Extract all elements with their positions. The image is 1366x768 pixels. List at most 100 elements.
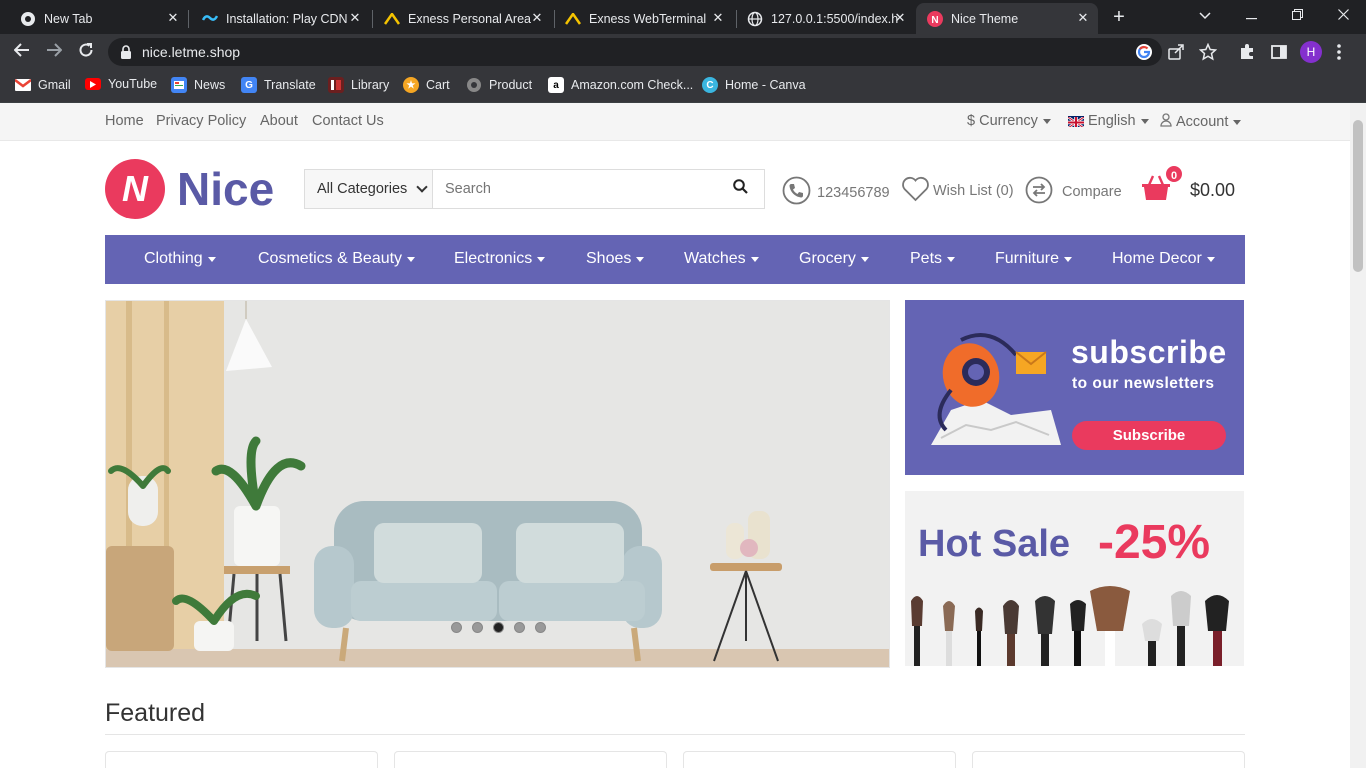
back-button[interactable] <box>10 40 34 64</box>
hero-slider[interactable] <box>105 300 890 668</box>
menu-clothing[interactable]: Clothing <box>144 250 216 268</box>
page-scrollbar[interactable] <box>1350 103 1366 768</box>
category-select[interactable]: All Categories <box>305 170 433 208</box>
exness-icon <box>384 11 400 27</box>
product-card[interactable] <box>683 751 956 768</box>
subscribe-button[interactable]: Subscribe <box>1072 421 1226 450</box>
extensions-icon[interactable] <box>1238 43 1258 63</box>
exness-icon <box>565 11 581 27</box>
top-link-about[interactable]: About <box>260 113 298 129</box>
featured-heading: Featured <box>105 699 206 727</box>
chevron-down-icon <box>416 181 428 193</box>
compare-link[interactable]: Compare <box>1025 176 1122 208</box>
tab-nice-theme[interactable]: N Nice Theme ✕ <box>916 3 1098 34</box>
caret-down-icon <box>750 256 759 262</box>
tab-installation[interactable]: Installation: Play CDN ✕ <box>182 3 370 34</box>
address-bar[interactable]: nice.letme.shop <box>108 38 1218 66</box>
top-link-home[interactable]: Home <box>105 113 144 129</box>
menu-cosmetics-beauty[interactable]: Cosmetics & Beauty <box>258 250 416 268</box>
subscribe-title: subscribe <box>1071 334 1227 370</box>
side-panel-icon[interactable] <box>1270 43 1290 63</box>
new-tab-button[interactable]: + <box>1108 6 1130 28</box>
mail-robot-illustration <box>931 333 1061 445</box>
close-tab-icon[interactable]: ✕ <box>166 11 180 25</box>
top-link-privacy[interactable]: Privacy Policy <box>156 113 246 129</box>
restore-button[interactable] <box>1274 0 1320 30</box>
menu-label: Grocery <box>799 250 856 267</box>
menu-watches[interactable]: Watches <box>684 250 759 268</box>
close-tab-icon[interactable]: ✕ <box>893 11 907 25</box>
bookmark-label: Cart <box>426 78 450 92</box>
close-tab-icon[interactable]: ✕ <box>711 11 725 25</box>
tab-localhost[interactable]: 127.0.0.1:5500/index.h ✕ <box>727 3 915 34</box>
search-button[interactable] <box>716 170 764 208</box>
scrollbar-thumb[interactable] <box>1353 120 1363 272</box>
google-icon[interactable] <box>1135 43 1153 61</box>
bookmark-library[interactable]: Library <box>328 77 389 93</box>
wishlist-label: Wish List (0) <box>933 183 1014 199</box>
close-window-button[interactable] <box>1320 0 1366 30</box>
product-icon <box>466 77 482 93</box>
close-tab-icon[interactable]: ✕ <box>530 11 544 25</box>
profile-avatar[interactable]: H <box>1300 41 1322 63</box>
caret-down-icon <box>1064 256 1073 262</box>
more-menu-icon[interactable] <box>1336 43 1356 63</box>
slider-dot-active[interactable] <box>493 622 504 633</box>
product-card[interactable] <box>105 751 378 768</box>
tab-search-button[interactable] <box>1182 0 1228 30</box>
hot-sale-title: Hot Sale <box>918 523 1071 565</box>
menu-shoes[interactable]: Shoes <box>586 250 645 268</box>
bookmark-news[interactable]: News <box>171 77 225 93</box>
tab-new-tab[interactable]: New Tab ✕ <box>0 3 188 34</box>
cart-total[interactable]: $0.00 <box>1190 180 1235 201</box>
reload-button[interactable] <box>74 40 98 64</box>
caret-down-icon <box>947 256 956 262</box>
divider <box>105 734 1245 735</box>
bookmark-gmail[interactable]: Gmail <box>15 77 71 93</box>
bookmark-translate[interactable]: G Translate <box>241 77 316 93</box>
bookmark-canva[interactable]: C Home - Canva <box>702 77 806 93</box>
compare-label: Compare <box>1062 184 1122 200</box>
minimize-button[interactable] <box>1228 0 1274 30</box>
bookmark-amazon[interactable]: a Amazon.com Check... <box>548 77 693 93</box>
chrome-icon <box>20 11 36 27</box>
bookmark-label: Library <box>351 78 390 92</box>
tab-exness-webterminal[interactable]: Exness WebTerminal ✕ <box>545 3 733 34</box>
slider-dot[interactable] <box>535 622 546 633</box>
wishlist-link[interactable]: Wish List (0) <box>901 176 1014 206</box>
currency-dropdown[interactable]: $ Currency <box>967 113 1051 129</box>
site-logo[interactable]: N Nice <box>105 159 274 219</box>
product-card[interactable] <box>972 751 1245 768</box>
menu-pets[interactable]: Pets <box>910 250 956 268</box>
menu-label: Home Decor <box>1112 250 1202 267</box>
lock-icon[interactable] <box>120 45 132 59</box>
hot-sale-banner[interactable]: Hot Sale -25% <box>905 491 1244 666</box>
top-link-contact[interactable]: Contact Us <box>312 113 384 129</box>
account-dropdown[interactable]: Account <box>1160 113 1242 131</box>
subscribe-banner[interactable]: subscribe to our newsletters Subscribe <box>905 300 1244 475</box>
slider-dot[interactable] <box>472 622 483 633</box>
bookmark-cart[interactable]: ★ Cart <box>403 77 450 93</box>
search-input[interactable] <box>433 170 716 208</box>
menu-home-decor[interactable]: Home Decor <box>1112 250 1215 268</box>
close-tab-icon[interactable]: ✕ <box>1076 11 1090 25</box>
close-tab-icon[interactable]: ✕ <box>348 11 362 25</box>
bookmark-youtube[interactable]: YouTube <box>85 77 157 91</box>
canva-icon: C <box>702 77 718 93</box>
bookmark-star-icon[interactable] <box>1198 42 1218 61</box>
caret-down-icon <box>1233 119 1242 125</box>
menu-electronics[interactable]: Electronics <box>454 250 546 268</box>
language-dropdown[interactable]: English <box>1068 113 1149 129</box>
slider-dot[interactable] <box>514 622 525 633</box>
product-card[interactable] <box>394 751 667 768</box>
menu-furniture[interactable]: Furniture <box>995 250 1073 268</box>
translate-icon: G <box>241 77 257 93</box>
tab-exness-personal[interactable]: Exness Personal Area ✕ <box>364 3 552 34</box>
forward-button[interactable] <box>42 40 66 64</box>
menu-grocery[interactable]: Grocery <box>799 250 869 268</box>
slider-dot[interactable] <box>451 622 462 633</box>
bookmark-product[interactable]: Product <box>466 77 532 93</box>
share-icon[interactable] <box>1167 43 1185 61</box>
phone-contact[interactable]: 123456789 <box>782 176 890 209</box>
nice-icon: N <box>927 10 943 27</box>
